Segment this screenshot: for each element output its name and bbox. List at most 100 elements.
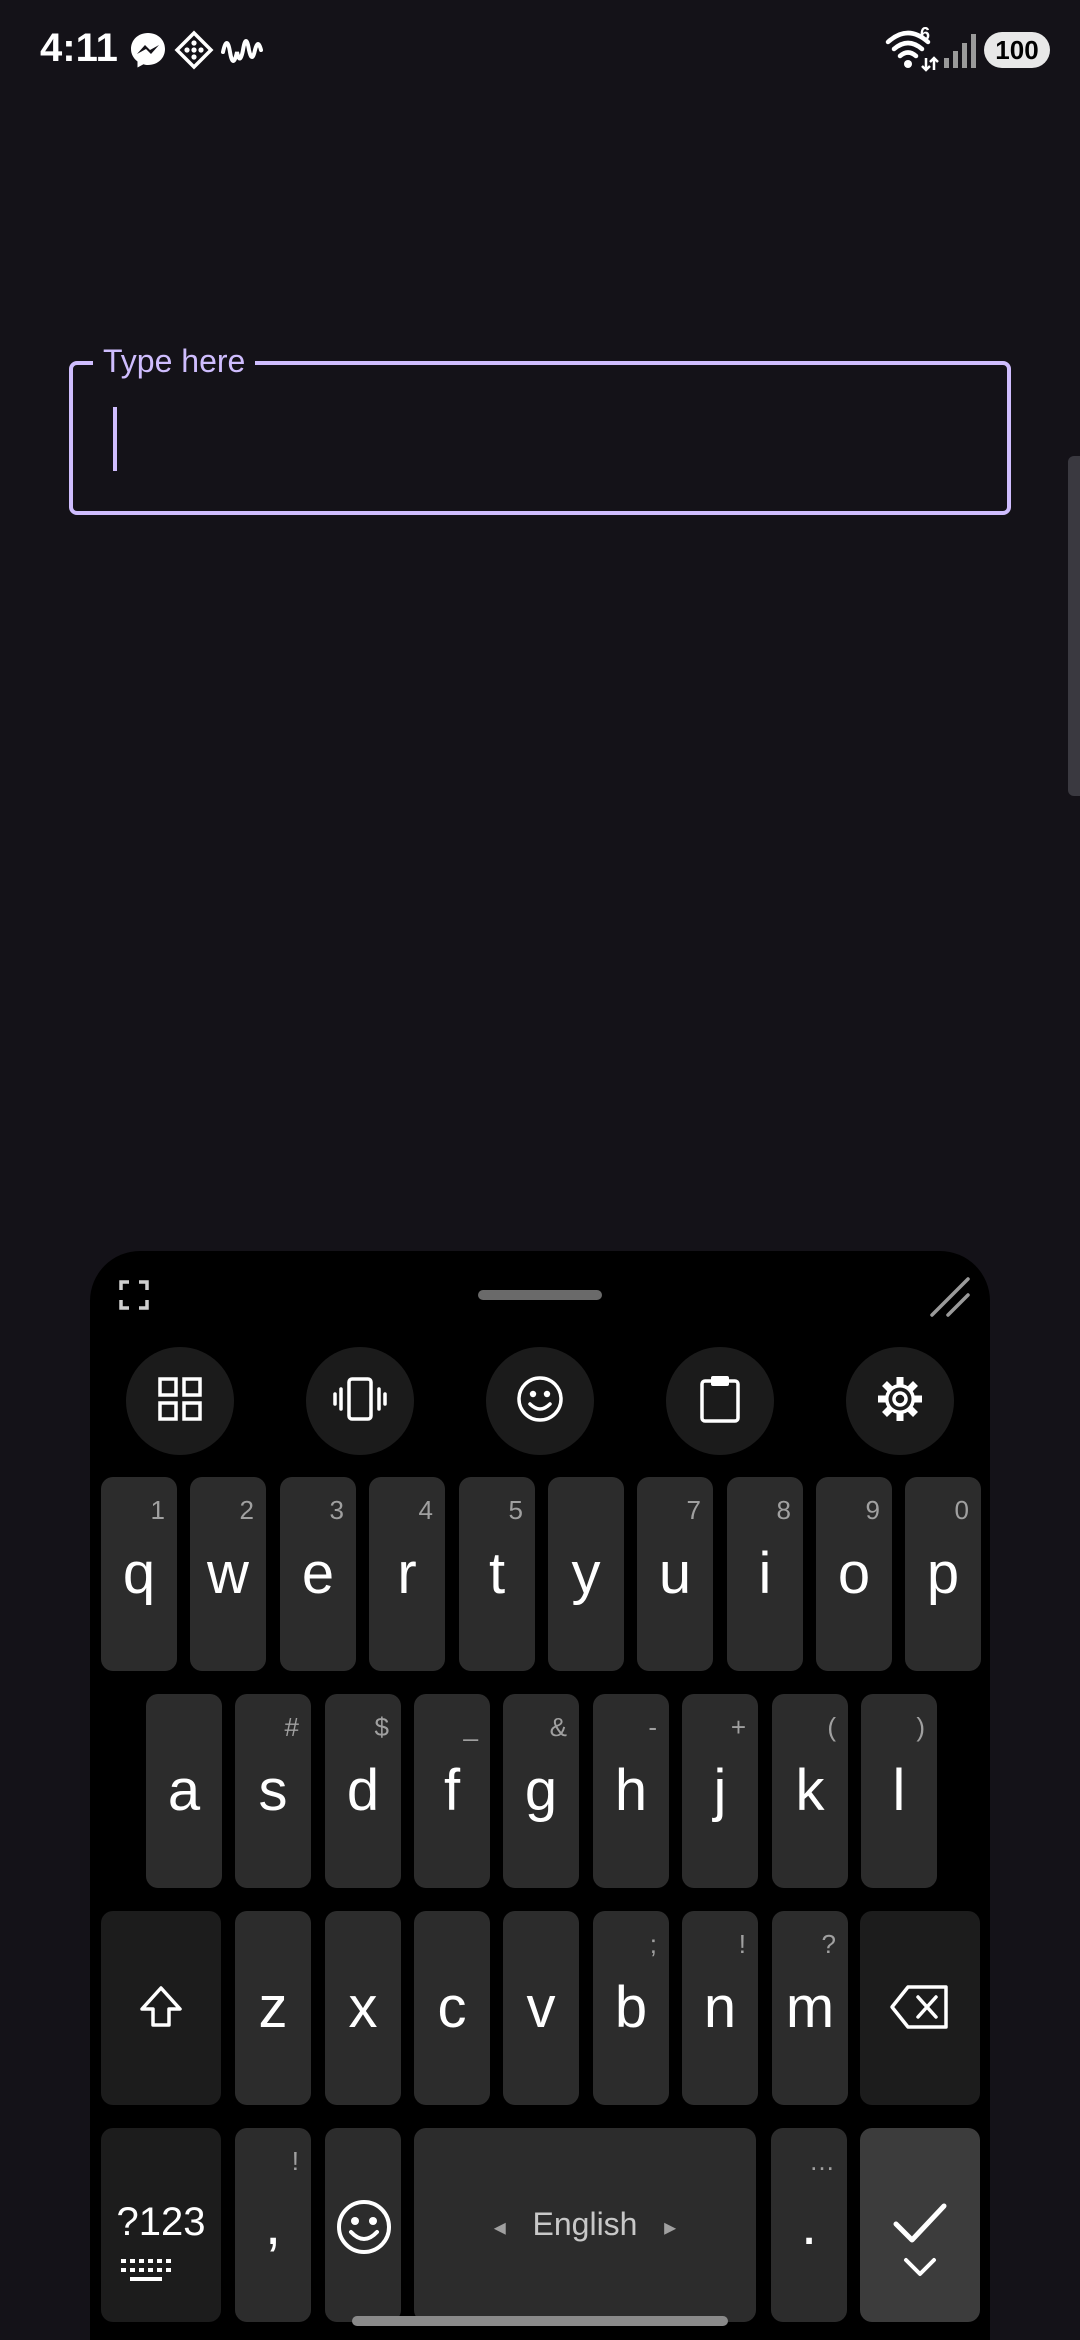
resize-icon[interactable]	[928, 1275, 972, 1324]
key-hint: 0	[954, 1495, 969, 1525]
key-label: m	[785, 1975, 835, 2040]
key-m[interactable]: ? m	[772, 1911, 848, 2105]
period-key[interactable]: … .	[771, 2128, 847, 2322]
key-hint: _	[463, 1712, 478, 1742]
home-indicator[interactable]	[352, 2316, 728, 2326]
key-label: z	[258, 1975, 288, 2040]
key-o[interactable]: 9o	[816, 1477, 892, 1671]
key-hint: 8	[776, 1495, 791, 1525]
key-label: r	[397, 1541, 417, 1606]
key-hint: 4	[418, 1495, 433, 1525]
clipboard-button[interactable]	[666, 1347, 774, 1455]
waveform-icon	[220, 30, 264, 75]
key-a[interactable]: a	[146, 1694, 222, 1888]
apps-grid-icon	[156, 1375, 204, 1428]
key-hint: 7	[686, 1495, 701, 1525]
text-cursor	[113, 407, 117, 471]
key-p[interactable]: 0p	[905, 1477, 981, 1671]
comma-key[interactable]: ! ,	[235, 2128, 311, 2322]
screen: 4:11 6 100 Type here 1 q 2 w 3 e 4 r 5 t…	[0, 0, 1080, 2340]
app-diamond-icon	[174, 30, 214, 75]
language-name: English	[532, 2206, 638, 2242]
key-f[interactable]: _ f	[414, 1694, 490, 1888]
key-x[interactable]: x	[325, 1911, 401, 2105]
enter-key[interactable]	[860, 2128, 980, 2322]
key-hint: ;	[649, 1929, 657, 1959]
wifi-icon: 6	[884, 24, 940, 77]
key-label: w	[207, 1541, 249, 1606]
language-right-arrow: ▸	[664, 2214, 677, 2241]
key-v[interactable]: v	[503, 1911, 579, 2105]
key-hint: -	[648, 1712, 657, 1742]
key-z[interactable]: z	[235, 1911, 311, 2105]
key-label: o	[837, 1541, 871, 1606]
apps-grid-button[interactable]	[126, 1347, 234, 1455]
key-hint: (	[827, 1712, 836, 1742]
key-label: u	[658, 1541, 692, 1606]
vibrate-icon	[330, 1375, 390, 1428]
key-hint: $	[374, 1712, 389, 1742]
key-y[interactable]: y	[548, 1477, 624, 1671]
emoji-key[interactable]	[325, 2128, 401, 2322]
key-label: s	[258, 1758, 288, 1823]
shift-icon	[137, 1983, 185, 2036]
fullscreen-icon[interactable]	[118, 1279, 150, 1316]
key-hint: +	[730, 1712, 746, 1742]
key-label: b	[614, 1975, 648, 2040]
key-c[interactable]: c	[414, 1911, 490, 2105]
scroll-indicator[interactable]	[1068, 456, 1080, 796]
text-field-label: Type here	[93, 343, 256, 380]
emoji-icon	[515, 1374, 565, 1429]
emoji-smile-icon	[335, 2198, 393, 2261]
key-label: e	[301, 1541, 335, 1606]
status-time: 4:11	[40, 26, 118, 70]
key-label: n	[703, 1975, 737, 2040]
key-n[interactable]: ! n	[682, 1911, 758, 2105]
key-h[interactable]: -h	[593, 1694, 669, 1888]
vibrate-button[interactable]	[306, 1347, 414, 1455]
messenger-icon	[128, 30, 168, 75]
backspace-key[interactable]	[860, 1911, 980, 2105]
key-label: l	[892, 1758, 906, 1823]
key-j[interactable]: + j	[682, 1694, 758, 1888]
key-e[interactable]: 3e	[280, 1477, 356, 1671]
key-q[interactable]: 1q	[101, 1477, 177, 1671]
key-label: g	[524, 1758, 558, 1823]
key-u[interactable]: 7u	[637, 1477, 713, 1671]
key-label: t	[488, 1541, 506, 1606]
key-g[interactable]: & g	[503, 1694, 579, 1888]
settings-gear-icon	[875, 1374, 925, 1429]
key-d[interactable]: $ d	[325, 1694, 401, 1888]
key-label: a	[167, 1758, 201, 1823]
keyboard-drag-handle[interactable]	[478, 1290, 602, 1300]
signal-icon	[942, 32, 980, 75]
key-hint: !	[291, 2146, 299, 2176]
key-i[interactable]: 8i	[727, 1477, 803, 1671]
key-label: i	[758, 1541, 772, 1606]
key-r[interactable]: 4r	[369, 1477, 445, 1671]
key-l[interactable]: ) l	[861, 1694, 937, 1888]
emoji-button[interactable]	[486, 1347, 594, 1455]
check-icon	[890, 2196, 950, 2301]
key-label: c	[437, 1975, 467, 2040]
key-hint: 9	[865, 1495, 880, 1525]
key-s[interactable]: # s	[235, 1694, 311, 1888]
key-w[interactable]: 2w	[190, 1477, 266, 1671]
key-k[interactable]: (k	[772, 1694, 848, 1888]
language-left-arrow: ◂	[493, 2214, 506, 2241]
key-t[interactable]: 5t	[459, 1477, 535, 1671]
key-hint: )	[916, 1712, 925, 1742]
spacebar[interactable]: ◂ English ▸	[414, 2128, 756, 2322]
key-hint: #	[284, 1712, 299, 1742]
key-b[interactable]: ; b	[593, 1911, 669, 2105]
shift-key[interactable]	[101, 1911, 221, 2105]
text-input-field[interactable]: Type here	[69, 343, 1011, 515]
key-label: f	[443, 1758, 461, 1823]
settings-button[interactable]	[846, 1347, 954, 1455]
key-label: k	[795, 1758, 825, 1823]
key-label: q	[122, 1541, 156, 1606]
key-hint: 1	[150, 1495, 165, 1525]
symbols-key[interactable]: ?123	[101, 2128, 221, 2322]
key-label: h	[614, 1758, 648, 1823]
key-hint: …	[809, 2146, 835, 2176]
